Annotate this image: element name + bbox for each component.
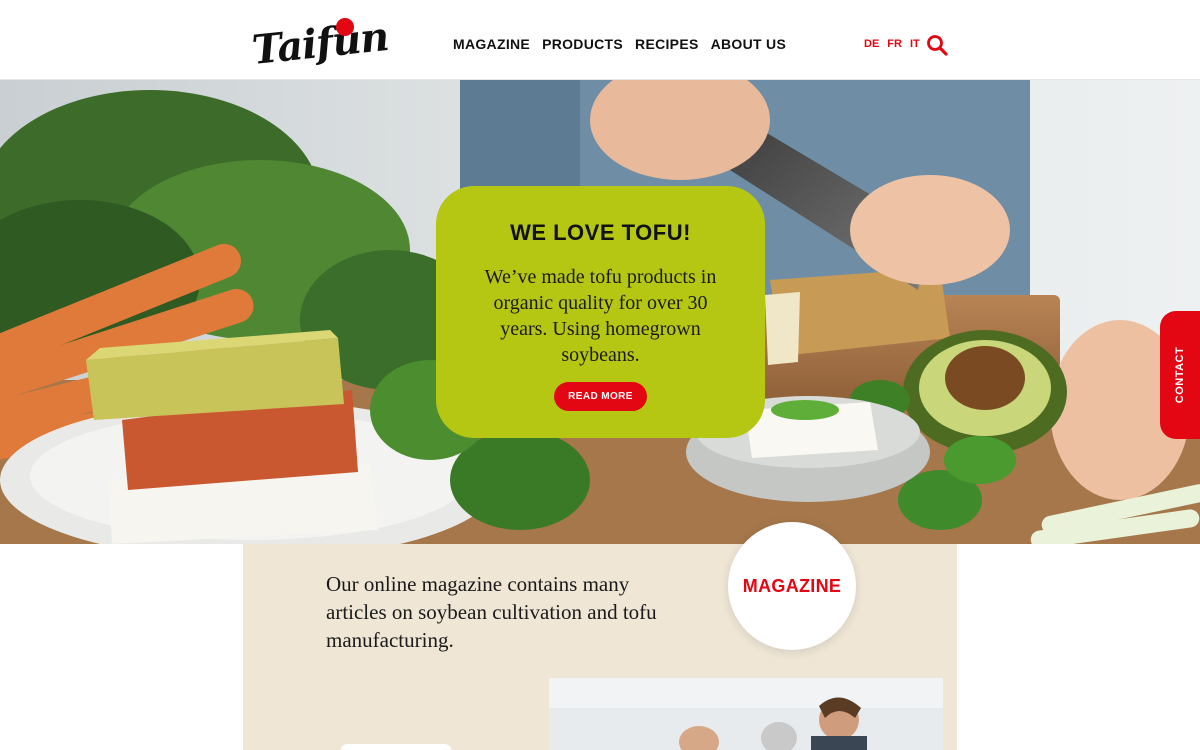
magazine-section: Our online magazine contains many articl… [243,522,957,750]
hero-banner: WE LOVE TOFU! We’ve made tofu products i… [0,80,1200,544]
nav-products[interactable]: PRODUCTS [542,36,623,52]
logo-wordmark: Taifun [249,12,391,75]
hero-text: We’ve made tofu products in organic qual… [484,266,717,366]
magazine-intro-text: Our online magazine contains many articl… [326,572,657,652]
contact-label: CONTACT [1174,346,1186,404]
hero-title: WE LOVE TOFU! [510,220,691,245]
language-switcher: DE FR IT [864,38,920,50]
main-navigation: MAGAZINE PRODUCTS RECIPES ABOUT US [453,36,786,52]
magazine-circle-button[interactable]: MAGAZINE [728,522,856,650]
nav-magazine[interactable]: MAGAZINE [453,36,530,52]
nav-about-us[interactable]: ABOUT US [711,36,787,52]
taifun-logo[interactable]: Taifun [250,13,391,74]
read-more-button[interactable]: READ MORE [554,382,647,411]
lang-it[interactable]: IT [910,38,920,50]
magazine-button-peek[interactable] [341,744,451,750]
magazine-photo[interactable] [549,678,943,750]
site-header: Taifun MAGAZINE PRODUCTS RECIPES ABOUT U… [0,0,1200,80]
nav-recipes[interactable]: RECIPES [635,36,699,52]
search-icon[interactable] [926,34,948,56]
contact-tab[interactable]: CONTACT [1160,311,1200,439]
magazine-circle-label: MAGAZINE [742,575,842,596]
lang-de[interactable]: DE [864,38,879,50]
hero-card: WE LOVE TOFU! We’ve made tofu products i… [436,186,765,438]
lang-fr[interactable]: FR [887,38,902,50]
logo-red-dot [336,18,354,36]
